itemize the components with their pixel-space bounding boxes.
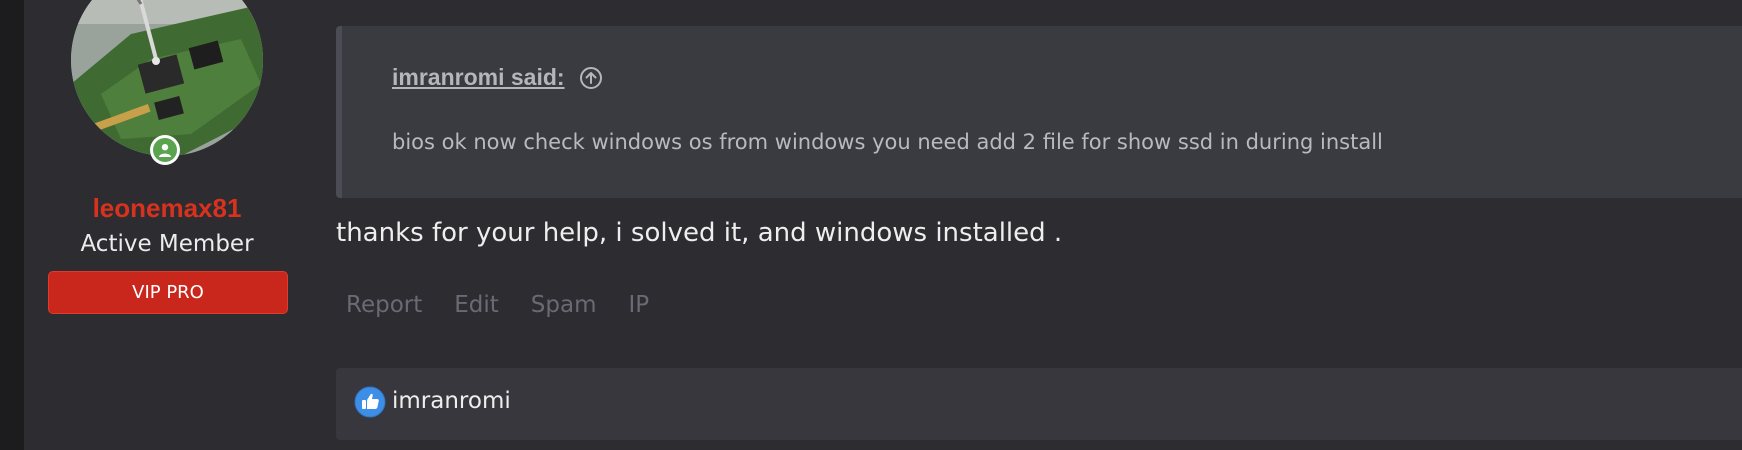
online-status-indicator xyxy=(150,135,180,165)
user-title: Active Member xyxy=(80,231,254,257)
report-link[interactable]: Report xyxy=(346,292,422,318)
reaction-user-link[interactable]: imranromi xyxy=(392,388,511,414)
forum-post-page: leonemax81 Active Member VIP PRO imranro… xyxy=(0,0,1742,450)
jump-to-quote-icon[interactable] xyxy=(579,66,603,90)
page-sidebar-edge xyxy=(0,0,24,450)
user-banner: VIP PRO xyxy=(48,271,288,314)
post-actions: Report Edit Spam IP xyxy=(346,292,649,318)
ip-link[interactable]: IP xyxy=(629,292,650,318)
quote-author-link[interactable]: imranromi said: xyxy=(392,64,565,91)
username-link[interactable]: leonemax81 xyxy=(24,193,310,224)
quote-content: bios ok now check windows os from window… xyxy=(392,130,1383,154)
user-icon xyxy=(153,138,177,162)
avatar-image xyxy=(71,0,263,156)
quote-header: imranromi said: xyxy=(392,64,603,91)
like-icon xyxy=(354,386,386,418)
post-user-info: leonemax81 Active Member VIP PRO xyxy=(24,0,334,450)
reactions-bar: imranromi xyxy=(336,368,1742,440)
quote-block: imranromi said: bios ok now check window… xyxy=(336,26,1742,198)
user-avatar[interactable] xyxy=(71,0,263,156)
post-message: thanks for your help, i solved it, and w… xyxy=(336,218,1063,248)
spam-link[interactable]: Spam xyxy=(531,292,597,318)
edit-link[interactable]: Edit xyxy=(454,292,499,318)
